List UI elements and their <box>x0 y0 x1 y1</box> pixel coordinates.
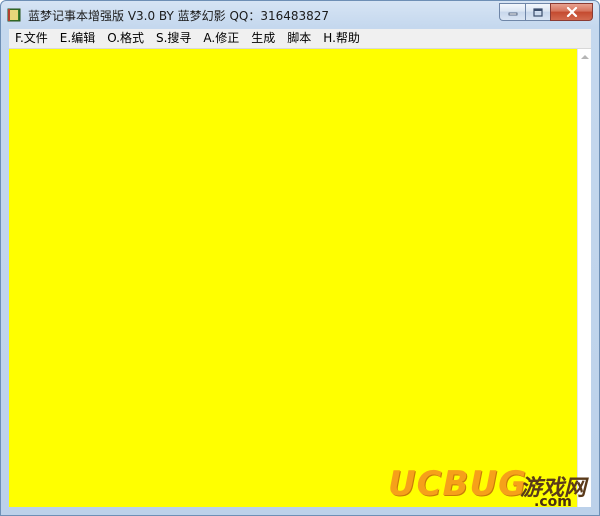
minimize-button[interactable] <box>499 3 525 21</box>
watermark-brand: UCBUG <box>388 464 527 504</box>
watermark-domain: .com <box>534 494 572 510</box>
menu-correct[interactable]: A.修正 <box>197 29 245 48</box>
title-bar[interactable]: 蓝梦记事本增强版 V3.0 BY 蓝梦幻影 QQ：316483827 <box>1 1 599 28</box>
menu-script[interactable]: 脚本 <box>281 29 317 48</box>
close-button[interactable] <box>550 3 593 21</box>
menu-bar: F.文件 E.编辑 O.格式 S.搜寻 A.修正 生成 脚本 H.帮助 <box>9 29 591 49</box>
minimize-icon <box>508 12 517 16</box>
caption-buttons <box>499 3 593 21</box>
window-title: 蓝梦记事本增强版 V3.0 BY 蓝梦幻影 QQ：316483827 <box>28 9 330 23</box>
app-window: 蓝梦记事本增强版 V3.0 BY 蓝梦幻影 QQ：316483827 F.文件 … <box>0 0 600 516</box>
menu-edit[interactable]: E.编辑 <box>54 29 101 48</box>
menu-search[interactable]: S.搜寻 <box>150 29 197 48</box>
maximize-icon <box>533 7 543 17</box>
close-icon <box>566 7 577 17</box>
menu-generate[interactable]: 生成 <box>245 29 281 48</box>
vertical-scrollbar[interactable] <box>577 49 591 507</box>
menu-format[interactable]: O.格式 <box>101 29 150 48</box>
maximize-button[interactable] <box>525 3 550 21</box>
scroll-up-arrow-icon[interactable] <box>581 55 589 59</box>
text-editor[interactable] <box>9 49 577 507</box>
menu-help[interactable]: H.帮助 <box>317 29 366 48</box>
watermark-logo: UCBUG 游戏网 .com <box>388 464 594 512</box>
notepad-book-icon[interactable] <box>7 7 21 22</box>
menu-file[interactable]: F.文件 <box>9 29 54 48</box>
